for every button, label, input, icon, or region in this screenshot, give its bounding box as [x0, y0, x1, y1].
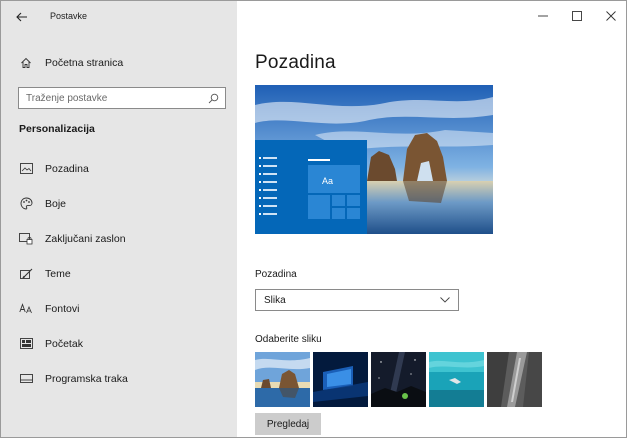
home-icon — [19, 56, 33, 70]
search-box[interactable] — [18, 87, 226, 109]
font-icon — [19, 302, 33, 316]
preview-tile-text: Aa — [322, 176, 334, 186]
lock-screen-icon — [19, 232, 33, 246]
thumbnail-windows-light[interactable] — [313, 352, 368, 407]
sidebar-nav: Pozadina Boje Zaključani zaslon Teme Fon… — [1, 151, 237, 396]
choose-picture-label: Odaberite sliku — [255, 334, 322, 345]
window-title: Postavke — [50, 11, 88, 21]
maximize-button[interactable] — [560, 1, 594, 31]
background-label: Pozadina — [255, 269, 297, 280]
search-icon[interactable] — [207, 92, 219, 104]
page-title: Pozadina — [255, 52, 336, 73]
settings-window: Postavke Početna stranica Personalizacij… — [0, 0, 627, 438]
sidebar-item-label: Programska traka — [45, 372, 128, 385]
thumbnail-rock-waterfall[interactable] — [487, 352, 542, 407]
thumbnail-underwater-swimmer[interactable] — [429, 352, 484, 407]
section-title: Personalizacija — [19, 123, 95, 135]
chevron-down-icon — [440, 296, 450, 304]
minimize-button[interactable] — [526, 1, 560, 31]
back-arrow-icon[interactable] — [11, 8, 33, 26]
sidebar-item-fontovi[interactable]: Fontovi — [1, 291, 237, 326]
sidebar-item-pocetak[interactable]: Početak — [1, 326, 237, 361]
sidebar-item-label: Teme — [45, 267, 71, 280]
search-input[interactable] — [26, 92, 207, 104]
thumbnail-beach-arch[interactable] — [255, 352, 310, 407]
sidebar-item-label: Zaključani zaslon — [45, 232, 126, 245]
background-type-select[interactable]: Slika — [255, 289, 459, 311]
sidebar-item-label: Pozadina — [45, 162, 89, 175]
sidebar-home-label: Početna stranica — [45, 57, 124, 69]
picture-icon — [19, 162, 33, 176]
main-content: Pozadina Aa Pozadina Slika Odaberite sli… — [237, 1, 626, 437]
brush-icon — [19, 267, 33, 281]
sidebar-item-pozadina[interactable]: Pozadina — [1, 151, 237, 186]
background-type-value: Slika — [264, 294, 286, 306]
taskbar-icon — [19, 372, 33, 386]
picture-thumbnails — [255, 352, 542, 407]
sidebar-item-boje[interactable]: Boje — [1, 186, 237, 221]
sidebar-item-label: Boje — [45, 197, 67, 210]
thumbnail-night-sky[interactable] — [371, 352, 426, 407]
palette-icon — [19, 197, 33, 211]
close-button[interactable] — [594, 1, 626, 31]
background-preview — [255, 85, 493, 234]
sidebar-item-label: Početak — [45, 337, 83, 350]
sidebar-item-zakljucani-zaslon[interactable]: Zaključani zaslon — [1, 221, 237, 256]
window-controls — [526, 1, 626, 33]
sidebar-item-home[interactable]: Početna stranica — [1, 51, 237, 75]
sidebar-item-teme[interactable]: Teme — [1, 256, 237, 291]
sidebar-item-label: Fontovi — [45, 302, 80, 315]
sidebar-item-programska-traka[interactable]: Programska traka — [1, 361, 237, 396]
sidebar: Postavke Početna stranica Personalizacij… — [1, 1, 237, 437]
browse-button[interactable]: Pregledaj — [255, 413, 321, 435]
start-icon — [19, 337, 33, 351]
